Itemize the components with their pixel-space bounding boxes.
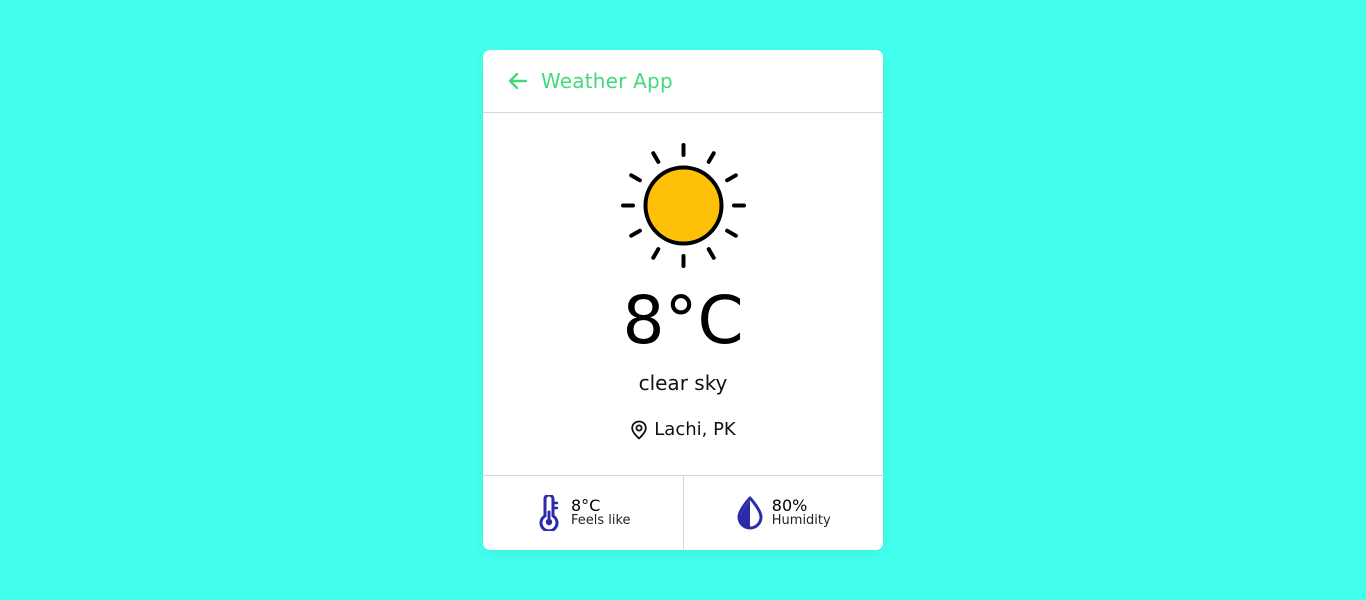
weather-description: clear sky [638,371,728,395]
humidity-label: Humidity [771,513,831,529]
location: Lachi, PK [483,419,883,440]
weather-main: 8°C clear sky Lachi, PK [483,113,883,476]
map-pin-icon [630,420,648,440]
arrow-left-icon [508,72,528,90]
back-button[interactable] [507,70,529,92]
weather-card: Weather App 8°C clear sky Lachi, PK 8°C … [483,50,883,550]
feels-like-value: 8°C [570,495,601,515]
thermometer-icon [535,494,563,531]
app-header: Weather App [483,50,883,113]
location-label: Lachi, PK [654,419,736,440]
temperature-value: 8°C [622,282,744,359]
humidity-value: 80% [771,495,808,515]
sun-icon [620,142,747,269]
app-title: Weather App [541,69,673,93]
humidity-stat: 80% Humidity [682,476,884,549]
feels-like-stat: 8°C Feels like [483,476,683,549]
feels-like-label: Feels like [570,513,631,529]
droplet-icon [736,495,764,531]
details-bar: 8°C Feels like 80% Humidity [483,476,883,549]
